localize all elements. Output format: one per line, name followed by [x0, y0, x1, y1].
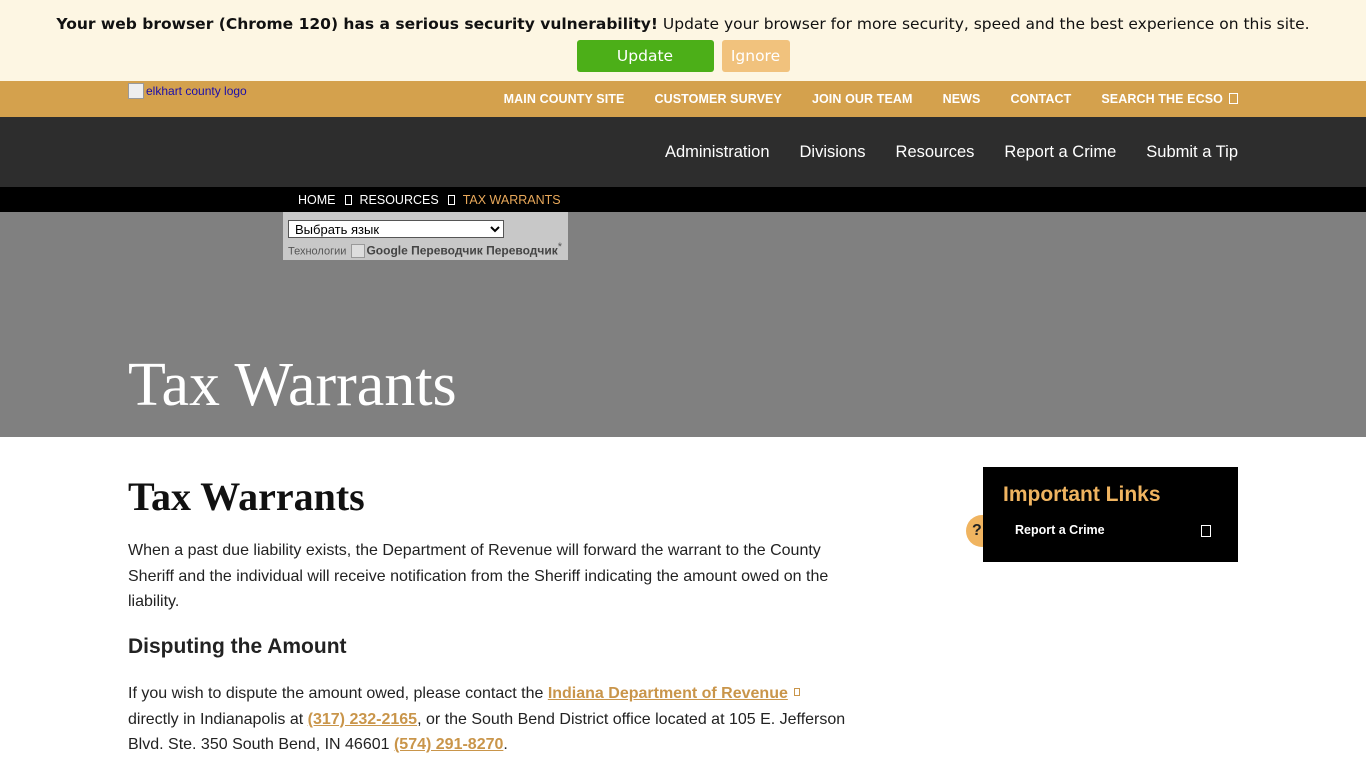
breadcrumb: HOME RESOURCES TAX WARRANTS: [0, 187, 1366, 212]
utility-link-contact[interactable]: CONTACT: [1010, 92, 1071, 106]
broken-image-icon: [128, 83, 144, 99]
update-message-text: Update your browser for more security, s…: [657, 15, 1310, 33]
powered-brand[interactable]: Google Переводчик Переводчик: [366, 244, 557, 258]
dispute-paragraph: If you wish to dispute the amount owed, …: [128, 681, 848, 758]
update-message-bold: Your web browser (Chrome 120) has a seri…: [56, 15, 658, 33]
indiana-dor-link[interactable]: Indiana Department of Revenue: [548, 685, 788, 702]
google-logo-icon: [351, 243, 366, 258]
update-browser-button[interactable]: Update browser: [576, 40, 714, 97]
utility-link-news[interactable]: NEWS: [943, 92, 981, 106]
utility-link-customer-survey[interactable]: CUSTOMER SURVEY: [654, 92, 781, 106]
ignore-button[interactable]: Ignore: [721, 40, 790, 72]
utility-link-search[interactable]: SEARCH THE ECSO: [1101, 92, 1238, 106]
phone-link-indianapolis[interactable]: (317) 232-2165: [308, 711, 417, 728]
main-nav: Administration Divisions Resources Repor…: [0, 117, 1366, 187]
language-select[interactable]: Выбрать язык: [288, 220, 504, 238]
dispute-text-a: If you wish to dispute the amount owed, …: [128, 685, 548, 702]
breadcrumb-resources[interactable]: RESOURCES: [360, 193, 439, 207]
powered-prefix: Технологии: [288, 245, 347, 258]
translate-widget: Выбрать язык Технологии Google Переводчи…: [283, 212, 568, 260]
nav-item-submit-a-tip[interactable]: Submit a Tip: [1146, 143, 1238, 162]
search-icon: [1229, 93, 1238, 104]
nav-item-resources[interactable]: Resources: [896, 143, 975, 162]
sidebar-title: Important Links: [1003, 483, 1161, 506]
breadcrumb-home[interactable]: HOME: [298, 193, 336, 207]
powered-asterisk: *: [557, 241, 563, 253]
hero-title: Tax Warrants: [128, 351, 457, 419]
county-logo[interactable]: elkhart county logo: [128, 83, 247, 99]
main-nav-items: Administration Divisions Resources Repor…: [665, 117, 1238, 187]
update-buttons: Update browser Ignore: [0, 40, 1366, 97]
intro-paragraph: When a past due liability exists, the De…: [128, 542, 829, 610]
utility-bar: elkhart county logo MAIN COUNTY SITE CUS…: [0, 81, 1366, 117]
dispute-text-d: .: [503, 736, 508, 753]
nav-item-divisions[interactable]: Divisions: [800, 143, 866, 162]
breadcrumb-separator-icon: [344, 194, 352, 205]
dispute-text-b: directly in Indianapolis at: [128, 710, 308, 728]
nav-item-administration[interactable]: Administration: [665, 143, 770, 162]
search-label: SEARCH THE ECSO: [1101, 92, 1223, 106]
breadcrumb-separator-icon: [447, 194, 455, 205]
utility-link-join-our-team[interactable]: JOIN OUR TEAM: [812, 92, 913, 106]
page-title: Tax Warrants: [128, 474, 365, 519]
nav-item-report-a-crime[interactable]: Report a Crime: [1004, 143, 1116, 162]
phone-link-south-bend[interactable]: (574) 291-8270: [394, 736, 503, 753]
utility-links: MAIN COUNTY SITE CUSTOMER SURVEY JOIN OU…: [504, 81, 1238, 117]
utility-link-main-county-site[interactable]: MAIN COUNTY SITE: [504, 92, 625, 106]
important-links-sidebar: Important Links Report a Crime: [983, 467, 1238, 562]
breadcrumb-current: TAX WARRANTS: [462, 192, 561, 207]
update-message: Your web browser (Chrome 120) has a seri…: [0, 15, 1366, 33]
hero-banner: Tax Warrants: [0, 212, 1366, 437]
browser-update-banner: Your web browser (Chrome 120) has a seri…: [0, 0, 1366, 97]
sidebar-link-report-a-crime[interactable]: Report a Crime: [1015, 523, 1105, 537]
disputing-heading: Disputing the Amount: [128, 635, 347, 658]
breadcrumb-items: HOME RESOURCES TAX WARRANTS: [298, 187, 561, 212]
external-link-icon: [1201, 525, 1211, 537]
translate-powered-by: Технологии Google Переводчик Переводчик*: [288, 241, 562, 258]
external-link-icon: [793, 688, 800, 696]
logo-alt-text: elkhart county logo: [146, 84, 247, 98]
indiana-dor-link-text: Indiana Department of Revenue: [547, 685, 788, 702]
